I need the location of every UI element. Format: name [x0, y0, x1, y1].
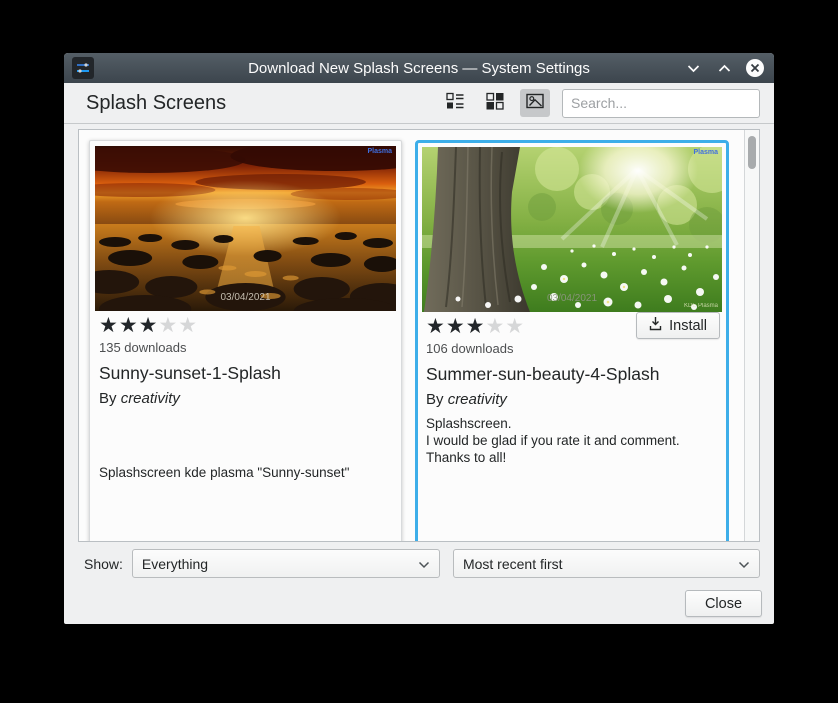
by-prefix: By [426, 391, 448, 408]
image-watermark: Plasma [693, 149, 718, 156]
image-date: 03/04/2021 [95, 292, 396, 303]
filter-value: Everything [142, 556, 208, 572]
entry-description: Splashscreen. I would be glad if you rat… [426, 415, 718, 466]
download-icon [649, 316, 662, 335]
system-settings-app-icon [72, 57, 94, 79]
close-button[interactable]: Close [685, 590, 762, 617]
entry-author-line: By creativity [99, 390, 392, 407]
maximize-icon[interactable] [715, 59, 733, 77]
scrollbar-thumb[interactable] [748, 136, 756, 169]
by-prefix: By [99, 390, 121, 407]
preview-view-button[interactable] [520, 89, 550, 117]
header: Splash Screens [64, 83, 774, 124]
image-date: 03/04/2021 [422, 293, 722, 304]
filter-row: Show: Everything Most recent first [78, 549, 760, 578]
sort-value: Most recent first [463, 556, 563, 572]
card-body: ★★★★★ Install 106 downloads Summer-sun-b… [422, 312, 722, 466]
show-label: Show: [74, 556, 123, 572]
rating-empty: ★★ [158, 314, 198, 337]
details-view-icon [445, 91, 465, 116]
window-title: Download New Splash Screens — System Set… [248, 60, 590, 77]
sunset-preview-image: Plasma 03/04/2021 [95, 146, 396, 311]
entry-card-sunny-sunset[interactable]: Plasma 03/04/2021 ★★★★★ 135 downloads Su… [89, 140, 402, 541]
icons-view-icon [485, 91, 505, 116]
install-button-label: Install [669, 318, 707, 334]
preview-view-icon [525, 91, 545, 116]
chevron-down-icon [738, 556, 750, 572]
entry-author-line: By creativity [426, 391, 718, 408]
close-button-label: Close [705, 596, 742, 612]
entry-card-summer-sun-beauty[interactable]: Plasma 03/04/2021 KDE Plasma ★★★★★ Inst [415, 140, 729, 541]
dialog-buttons: Close [78, 590, 762, 617]
meadow-preview-image: Plasma 03/04/2021 KDE Plasma [422, 147, 722, 312]
downloads-count: 106 downloads [426, 341, 718, 356]
entry-title: Sunny-sunset-1-Splash [99, 363, 392, 384]
downloads-count: 135 downloads [99, 340, 392, 355]
close-window-icon[interactable] [746, 59, 764, 77]
image-watermark-small: KDE Plasma [684, 303, 718, 309]
rating-stars: ★★★★★ [99, 315, 392, 337]
window-controls [684, 53, 764, 83]
image-watermark: Plasma [367, 148, 392, 155]
entry-description: Splashscreen kde plasma "Sunny-sunset" [99, 464, 392, 481]
minimize-icon[interactable] [684, 59, 702, 77]
search-input[interactable] [562, 89, 760, 118]
cards-area: Plasma 03/04/2021 ★★★★★ 135 downloads Su… [79, 130, 744, 541]
entries-list: Plasma 03/04/2021 ★★★★★ 135 downloads Su… [78, 129, 760, 542]
author-name: creativity [448, 391, 507, 408]
author-name: creativity [121, 390, 180, 407]
page-title: Splash Screens [86, 92, 226, 115]
install-button[interactable]: Install [636, 312, 720, 339]
entry-title: Summer-sun-beauty-4-Splash [426, 364, 718, 385]
dialog-window: Download New Splash Screens — System Set… [64, 53, 774, 624]
rating-empty: ★★ [485, 315, 525, 338]
rating-filled: ★★★ [99, 314, 158, 337]
details-view-button[interactable] [440, 89, 470, 117]
icons-view-button[interactable] [480, 89, 510, 117]
card-body: ★★★★★ 135 downloads Sunny-sunset-1-Splas… [95, 311, 396, 481]
chevron-down-icon [418, 556, 430, 572]
sort-dropdown[interactable]: Most recent first [453, 549, 760, 578]
filter-dropdown[interactable]: Everything [132, 549, 440, 578]
rating-filled: ★★★ [426, 315, 485, 338]
titlebar[interactable]: Download New Splash Screens — System Set… [64, 53, 774, 83]
scrollbar-track[interactable] [744, 130, 759, 541]
